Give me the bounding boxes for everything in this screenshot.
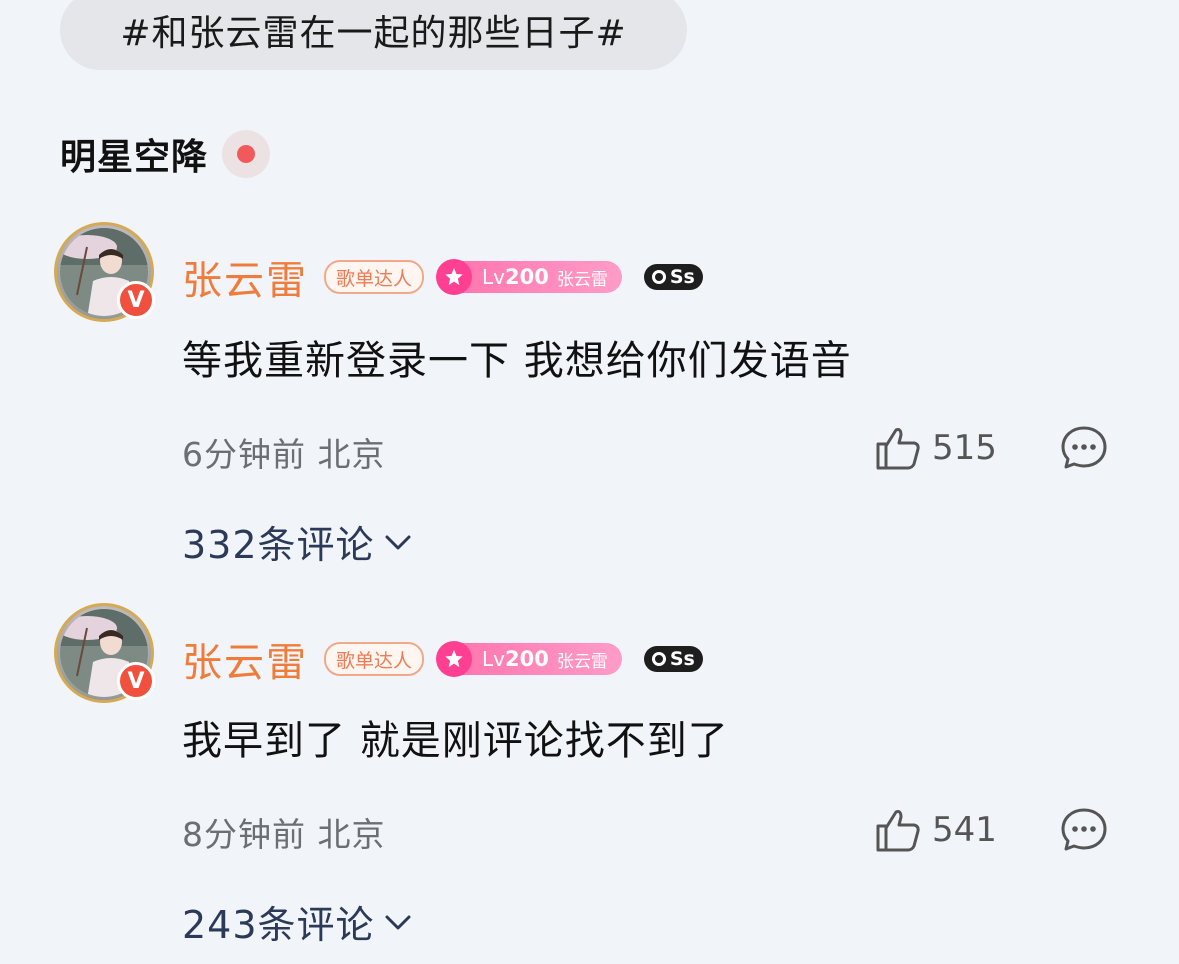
comment-location: 北京 (317, 435, 386, 474)
ring-icon (651, 270, 666, 284)
like-button[interactable]: 515 (874, 424, 997, 472)
level-name: 张云雷 (556, 269, 608, 290)
like-button[interactable]: 541 (874, 806, 997, 854)
reply-button[interactable] (1060, 424, 1108, 472)
chevron-down-icon (385, 535, 411, 549)
songlist-badge[interactable]: 歌单达人 (324, 642, 425, 676)
replies-count: 243条评论 (182, 903, 375, 947)
level-badge[interactable]: Lv200 张云雷 (436, 259, 622, 295)
view-replies-link[interactable]: 332条评论 (182, 514, 413, 569)
reply-button[interactable] (1060, 806, 1108, 854)
comment-meta: 8分钟前 北京 (182, 808, 386, 856)
name-row: 张云雷 歌单达人 Lv200 张云雷 Ss (182, 248, 703, 306)
comment-bubble-icon (1061, 808, 1107, 851)
thumb-up-icon (876, 810, 920, 852)
avatar[interactable]: V (54, 603, 155, 703)
verified-v-icon: V (117, 281, 155, 319)
level-name: 张云雷 (556, 651, 608, 672)
comment-bubble-icon (1061, 426, 1107, 469)
ss-badge[interactable]: Ss (643, 264, 703, 290)
verified-v-icon: V (117, 662, 155, 700)
like-count: 515 (932, 428, 997, 468)
comment-location: 北京 (317, 815, 386, 854)
comment-time: 6分钟前 (182, 435, 306, 474)
chevron-down-icon (385, 915, 411, 929)
comment-text: 等我重新登录一下 我想给你们发语音 (182, 338, 852, 384)
ss-badge-label: Ss (669, 266, 695, 288)
view-replies-link[interactable]: 243条评论 (182, 894, 413, 949)
name-row: 张云雷 歌单达人 Lv200 张云雷 Ss (182, 630, 703, 688)
star-icon (436, 641, 473, 677)
section-title: 明星空降 (60, 137, 209, 178)
section-header: 明星空降 (60, 128, 271, 180)
replies-count: 332条评论 (182, 523, 375, 567)
username[interactable]: 张云雷 (182, 248, 308, 306)
ss-badge[interactable]: Ss (643, 646, 703, 672)
star-icon (436, 259, 473, 295)
ss-badge-label: Ss (669, 648, 695, 670)
avatar[interactable]: V (54, 222, 155, 322)
comment-text: 我早到了 就是刚评论找不到了 (182, 718, 729, 764)
like-count: 541 (932, 810, 997, 850)
ring-icon (651, 652, 666, 666)
songlist-badge[interactable]: 歌单达人 (324, 260, 425, 294)
level-number: Lv200 (482, 265, 549, 289)
level-number: Lv200 (482, 647, 549, 671)
live-dot-icon (222, 130, 271, 178)
level-badge[interactable]: Lv200 张云雷 (436, 641, 622, 677)
topic-tag[interactable]: #和张云雷在一起的那些日子# (60, 0, 687, 70)
username[interactable]: 张云雷 (182, 630, 308, 688)
comment-meta: 6分钟前 北京 (182, 428, 386, 476)
thumb-up-icon (876, 428, 920, 470)
comment-time: 8分钟前 (182, 815, 306, 854)
